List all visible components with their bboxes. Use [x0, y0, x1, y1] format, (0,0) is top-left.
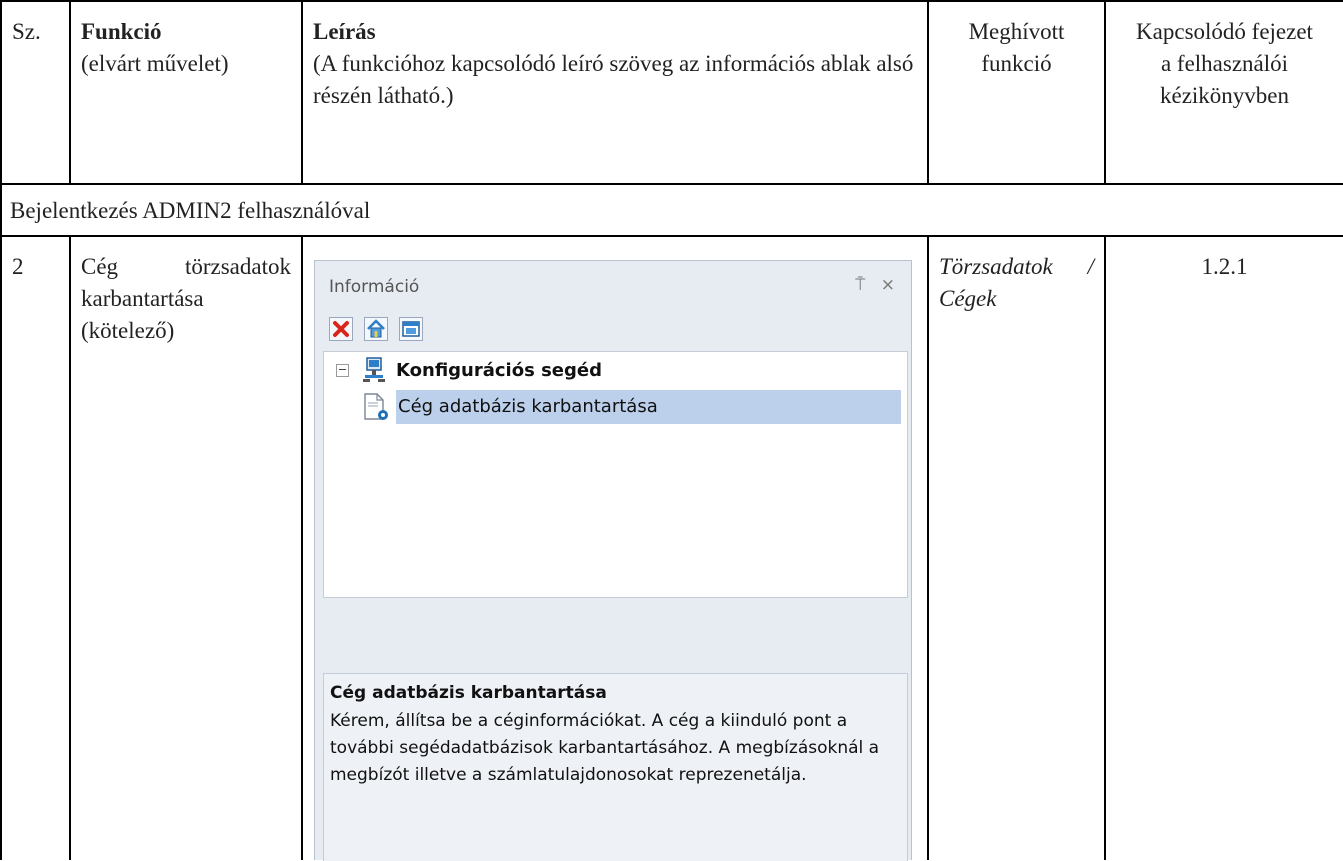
info-panel-screenshot: Információ ⍑ × − Konfigurációs segéd Cég…: [314, 260, 912, 861]
header-chapter: Kapcsolódó fejezet a felhasználói kézikö…: [1136, 19, 1313, 108]
row-num-cell: 2: [0, 235, 71, 860]
section-cell: Bejelentkezés ADMIN2 felhasználóval: [0, 183, 1343, 237]
row-function-cell: Cég törzsadatok karbantartása (kötelező): [69, 235, 303, 860]
row-called-cell: Törzsadatok / Cégek: [927, 235, 1106, 860]
close-icon[interactable]: ×: [881, 275, 895, 295]
description-area: Cég adatbázis karbantartása Kérem, állít…: [323, 673, 908, 861]
section-row: Bejelentkezés ADMIN2 felhasználóval: [0, 183, 1343, 237]
header-function-cell: Funkció (elvárt művelet): [69, 0, 303, 185]
tree-root-label: Konfigurációs segéd: [396, 360, 602, 381]
header-num: Sz.: [12, 19, 41, 44]
table-header-row: Sz. Funkció (elvárt művelet) Leírás (A f…: [0, 0, 1343, 185]
row-function-line2: karbantartása: [81, 286, 204, 311]
config-tree[interactable]: − Konfigurációs segéd Cég adatbázis karb…: [323, 351, 908, 598]
collapse-icon[interactable]: −: [336, 364, 349, 377]
document-page: Sz. Funkció (elvárt művelet) Leírás (A f…: [0, 0, 1343, 861]
header-function-sub: (elvárt művelet): [81, 51, 229, 76]
row-called-line1: Törzsadatok /: [939, 254, 1094, 279]
row-function-line1: Cég törzsadatok: [81, 254, 291, 279]
section-label: Bejelentkezés ADMIN2 felhasználóval: [10, 198, 371, 223]
row-called-line2: Cégek: [939, 286, 997, 311]
header-function-title: Funkció: [81, 19, 162, 44]
row-chapter-cell: 1.2.1: [1104, 235, 1343, 860]
document-gear-icon: [364, 393, 388, 420]
home-icon[interactable]: [364, 317, 389, 341]
header-num-cell: Sz.: [0, 0, 71, 185]
header-desc-cell: Leírás (A funkcióhoz kapcsolódó leíró sz…: [301, 0, 929, 185]
tree-child-label: Cég adatbázis karbantartása: [398, 396, 658, 417]
window-icon[interactable]: [399, 317, 424, 341]
header-desc-sub: (A funkcióhoz kapcsolódó leíró szöveg az…: [313, 51, 914, 108]
panel-title: Információ: [329, 277, 420, 297]
row-function-line3: (kötelező): [81, 318, 175, 343]
row-num: 2: [12, 254, 24, 279]
header-chapter-cell: Kapcsolódó fejezet a felhasználói kézikö…: [1104, 0, 1343, 185]
pin-icon[interactable]: ⍑: [855, 275, 865, 295]
description-text: Kérem, állítsa be a céginformációkat. A …: [330, 711, 880, 785]
panel-controls: ⍑ ×: [845, 275, 895, 295]
computer-icon: [363, 357, 385, 382]
header-called-cell: Meghívott funkció: [927, 0, 1106, 185]
header-called: Meghívott funkció: [968, 19, 1065, 76]
delete-icon[interactable]: [329, 317, 353, 341]
description-title: Cég adatbázis karbantartása: [330, 683, 607, 703]
row-chapter: 1.2.1: [1201, 254, 1248, 279]
panel-toolbar: [329, 317, 429, 345]
header-desc-title: Leírás: [313, 19, 376, 44]
